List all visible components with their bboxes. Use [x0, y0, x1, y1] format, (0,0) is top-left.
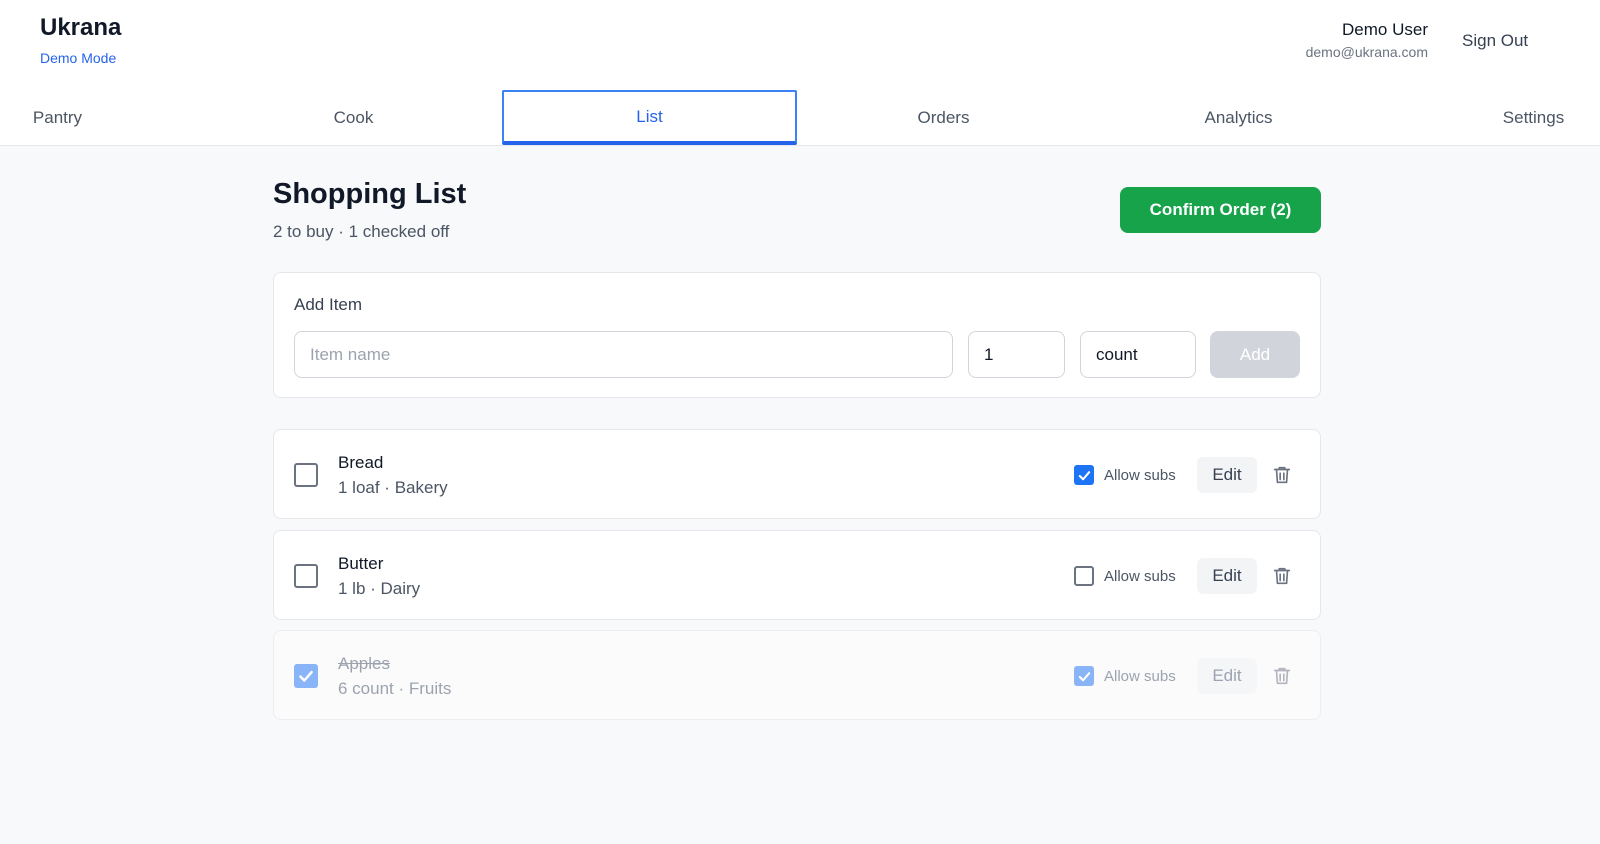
unit-input[interactable]	[1080, 331, 1196, 378]
sign-out-button[interactable]: Sign Out	[1448, 24, 1542, 58]
user-name: Demo User	[1342, 20, 1428, 39]
allow-subs-label: Allow subs	[1104, 467, 1176, 484]
edit-button[interactable]: Edit	[1197, 457, 1257, 493]
trash-icon	[1273, 667, 1291, 685]
delete-button[interactable]	[1270, 463, 1294, 487]
add-item-card: Add Item Add	[273, 272, 1321, 398]
user-info: Demo User demo@ukrana.com	[1306, 20, 1428, 60]
tab-cook[interactable]: Cook	[206, 90, 501, 145]
allow-subs-label: Allow subs	[1104, 668, 1176, 685]
tab-orders[interactable]: Orders	[796, 90, 1091, 145]
item-name: Apples	[338, 654, 390, 673]
item-meta: 1 loaf · Bakery	[338, 478, 448, 497]
edit-button[interactable]: Edit	[1197, 558, 1257, 594]
item-name: Butter	[338, 554, 384, 573]
app-title: Ukrana	[40, 14, 122, 41]
allow-subs-checkbox[interactable]	[1074, 666, 1094, 686]
edit-button[interactable]: Edit	[1197, 658, 1257, 694]
list-item: Apples 6 count · Fruits Allow subs Edit	[273, 630, 1321, 720]
list-item: Butter 1 lb · Dairy Allow subs Edit	[273, 530, 1321, 620]
item-meta: 1 lb · Dairy	[338, 579, 421, 598]
list-item: Bread 1 loaf · Bakery Allow subs Edit	[273, 429, 1321, 519]
item-name: Bread	[338, 453, 384, 472]
checkmark-icon	[1078, 470, 1090, 480]
tab-list[interactable]: List	[502, 90, 797, 145]
delete-button[interactable]	[1270, 564, 1294, 588]
demo-mode-label: Demo Mode	[40, 50, 117, 66]
page-title: Shopping List	[273, 178, 467, 210]
tab-analytics[interactable]: Analytics	[1091, 90, 1386, 145]
allow-subs-checkbox[interactable]	[1074, 566, 1094, 586]
item-meta: 6 count · Fruits	[338, 679, 452, 698]
quantity-input[interactable]	[968, 331, 1065, 378]
allow-subs-checkbox[interactable]	[1074, 465, 1094, 485]
checkmark-icon	[299, 670, 313, 682]
allow-subs-label: Allow subs	[1104, 568, 1176, 585]
add-item-heading: Add Item	[294, 295, 363, 314]
add-item-button[interactable]: Add	[1210, 331, 1300, 378]
trash-icon	[1273, 567, 1291, 585]
trash-icon	[1273, 466, 1291, 484]
main-nav: Pantry Cook List Orders Analytics Settin…	[0, 90, 1600, 146]
item-checkbox[interactable]	[294, 564, 318, 588]
delete-button[interactable]	[1270, 664, 1294, 688]
tab-settings[interactable]: Settings	[1386, 90, 1600, 145]
confirm-order-button[interactable]: Confirm Order (2)	[1120, 187, 1321, 233]
tab-pantry[interactable]: Pantry	[0, 90, 205, 145]
item-checkbox[interactable]	[294, 463, 318, 487]
item-name-input[interactable]	[294, 331, 953, 378]
page-subtitle: 2 to buy · 1 checked off	[273, 222, 450, 241]
item-checkbox[interactable]	[294, 664, 318, 688]
user-email: demo@ukrana.com	[1305, 44, 1428, 60]
checkmark-icon	[1078, 671, 1090, 681]
app-header: Ukrana Demo Mode Demo User demo@ukrana.c…	[0, 0, 1600, 146]
